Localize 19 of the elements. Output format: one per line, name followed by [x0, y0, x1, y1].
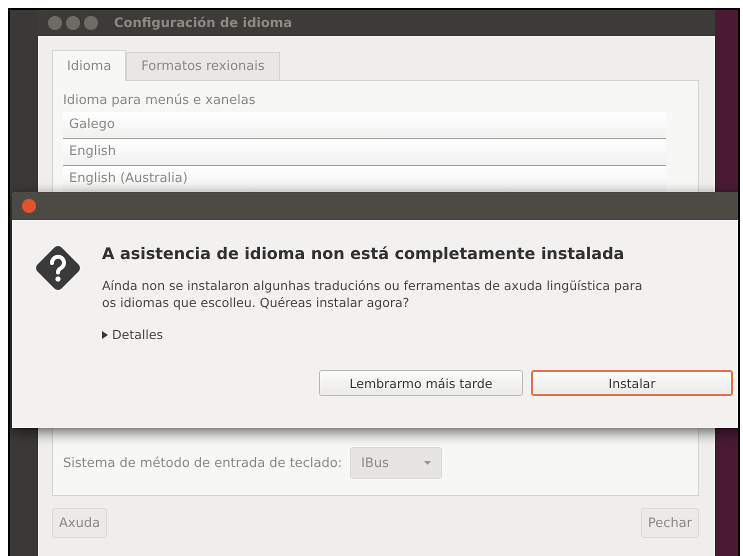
window-title: Configuración de idioma — [114, 16, 292, 30]
input-method-dropdown[interactable]: IBus — [350, 447, 442, 479]
field-label: Sistema de método de entrada de teclado: — [63, 456, 342, 470]
dropdown-caret-icon — [424, 461, 432, 465]
dialog-button[interactable]: Axuda — [52, 508, 108, 538]
dialog-message: Aínda non se instalaron algunhas traducións ou ferramentas de axuda lingüística para os idiomas que escolleu. Quéreas instalar agora? — [102, 277, 644, 311]
details-expander[interactable]: Detalles — [102, 327, 650, 342]
tab[interactable]: Formatos rexionais — [126, 52, 280, 80]
section-label: Idioma para menús e xanelas — [63, 93, 256, 108]
expander-triangle-icon — [102, 330, 108, 338]
dialog-button[interactable]: Lembrarmo máis tarde — [319, 370, 523, 396]
dialog-button[interactable]: Instalar — [531, 370, 733, 396]
window-control-icon[interactable] — [66, 16, 80, 30]
window-control-icon[interactable] — [84, 16, 98, 30]
close-icon[interactable] — [22, 199, 36, 213]
dialog-heading: A asistencia de idioma non está completamente instalada — [102, 244, 626, 263]
window-control-icon[interactable] — [48, 16, 62, 30]
dialog-button[interactable]: Pechar — [640, 508, 699, 538]
tab[interactable]: Idioma — [52, 50, 126, 81]
